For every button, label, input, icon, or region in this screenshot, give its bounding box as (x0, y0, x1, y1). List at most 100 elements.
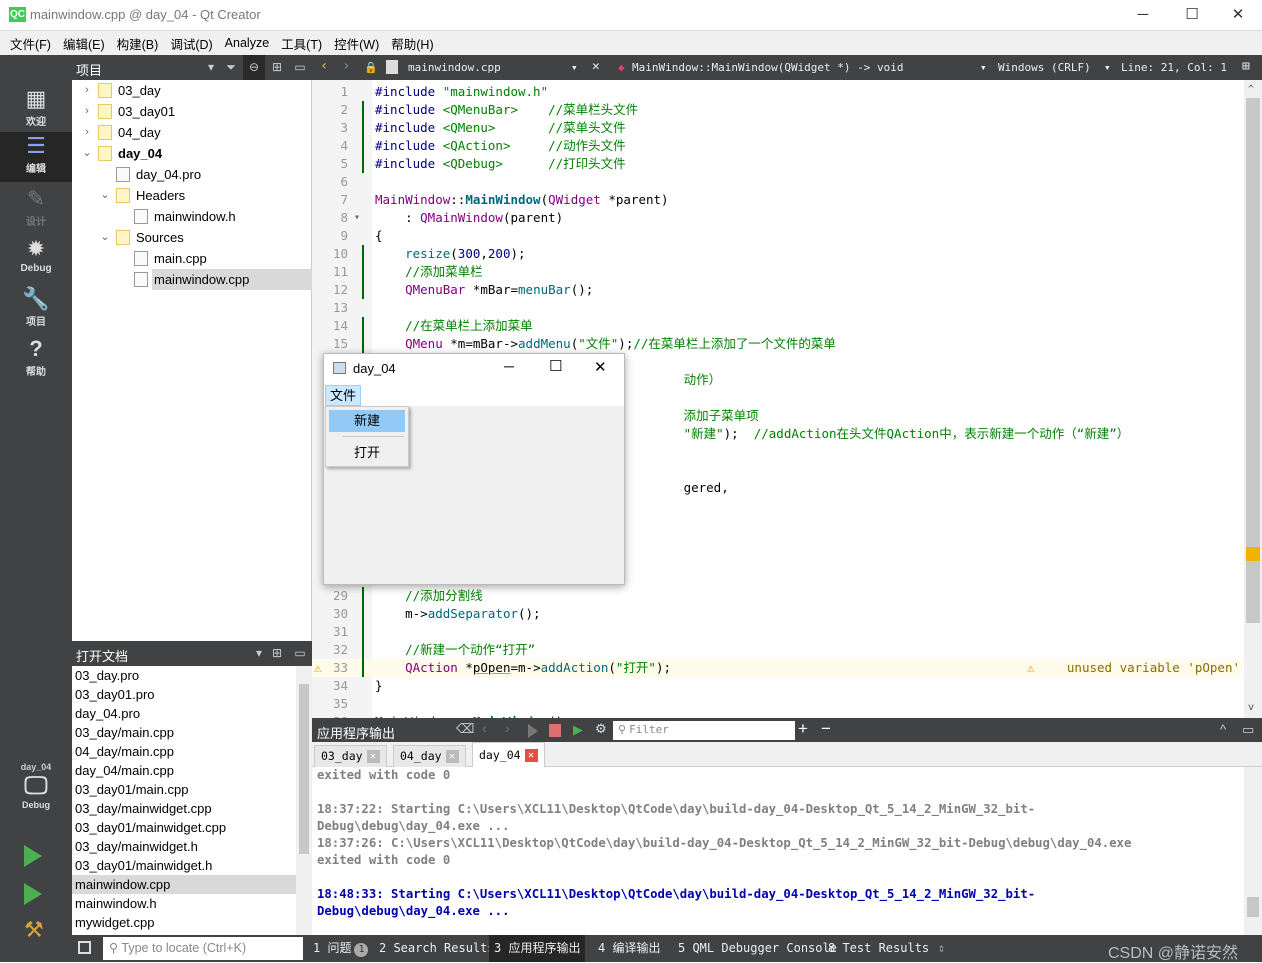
mode-debug[interactable]: ✹ Debug (0, 235, 72, 283)
open-document-item[interactable]: 03_day/mainwidget.cpp (72, 799, 296, 818)
scrollbar[interactable] (296, 666, 312, 935)
mode-design[interactable]: ✎ 设计 (0, 185, 72, 233)
open-document-item[interactable]: 03_day01/mainwidget.h (72, 856, 296, 875)
tree-item[interactable]: mainwindow.h (72, 206, 312, 227)
close-button[interactable]: ✕ (1218, 4, 1258, 26)
tree-item[interactable]: ⌄ day_04 (72, 143, 312, 164)
open-document-item[interactable]: day_04/main.cpp (72, 761, 296, 780)
open-document-item[interactable]: day_04.pro (72, 704, 296, 723)
build-hammer-icon[interactable]: ⚒ (24, 917, 44, 943)
view-dropdown-icon[interactable]: ▾ (200, 55, 222, 80)
menu-item-open[interactable]: 打开 (329, 442, 405, 464)
tree-item[interactable]: › 03_day01 (72, 101, 312, 122)
close-tab-icon[interactable]: ✕ (366, 750, 380, 763)
output-scrollbar[interactable] (1244, 767, 1262, 935)
locate-input[interactable]: ⚲ Type to locate (Ctrl+K) (103, 937, 303, 960)
close-tab-icon[interactable]: ✕ (524, 749, 538, 762)
output-tab-04-day[interactable]: 04_day ✕ (393, 745, 466, 767)
dropdown-icon[interactable]: ▾ (980, 61, 987, 74)
output-tab-03-day[interactable]: 03_day ✕ (314, 745, 387, 767)
menu-item-new[interactable]: 新建 (329, 410, 405, 432)
close-pane-icon[interactable]: ▭ (289, 641, 311, 666)
close-pane-icon[interactable]: ▭ (289, 55, 311, 80)
settings-icon[interactable]: ⚙ (595, 721, 607, 737)
back-icon[interactable]: ‹ (320, 58, 328, 74)
maximize-button[interactable]: ☐ (1172, 4, 1212, 26)
open-document-item[interactable]: 04_day/main.cpp (72, 742, 296, 761)
maximize-pane-icon[interactable]: ^ (1220, 722, 1226, 737)
mode-welcome[interactable]: ▦ 欢迎 (0, 85, 72, 133)
open-document-item[interactable]: mainwindow.h (72, 894, 296, 913)
open-document-item[interactable]: 03_day01/main.cpp (72, 780, 296, 799)
tree-item[interactable]: main.cpp (72, 248, 312, 269)
more-panes-icon[interactable]: ⇕ (938, 941, 945, 955)
menu-tools[interactable]: 工具(T) (275, 34, 328, 53)
close-tab-icon[interactable]: ✕ (445, 750, 459, 763)
tree-item[interactable]: › 03_day (72, 80, 312, 101)
open-document-item[interactable]: 03_day01/mainwidget.cpp (72, 818, 296, 837)
dropdown-icon[interactable]: ▾ (571, 61, 578, 74)
filter-icon[interactable]: ⏷ (220, 55, 242, 80)
menu-debug[interactable]: 调试(D) (164, 34, 218, 53)
open-document-item[interactable]: 03_day/main.cpp (72, 723, 296, 742)
dropdown-icon[interactable]: ▾ (1104, 61, 1111, 74)
debug-run-button[interactable] (24, 883, 42, 905)
menu-build[interactable]: 构建(B) (111, 34, 165, 53)
chevron-icon[interactable]: ⌄ (98, 185, 112, 206)
kit-selector[interactable]: day_04 🖵 Debug (0, 762, 72, 832)
menu-analyze[interactable]: Analyze (219, 36, 275, 50)
tree-item[interactable]: day_04.pro (72, 164, 312, 185)
close-pane-icon[interactable]: ▭ (1242, 722, 1254, 738)
cursor-position[interactable]: Line: 21, Col: 1 (1121, 61, 1227, 74)
output-pane-tab[interactable]: 1 问题 1 (308, 935, 373, 962)
tree-item[interactable]: mainwindow.cpp (134, 269, 312, 290)
output-pane-tab[interactable]: 5 QML Debugger Console (673, 935, 842, 962)
menu-widgets[interactable]: 控件(W) (328, 34, 385, 53)
split-icon[interactable]: ⊞ (1242, 59, 1250, 74)
open-document-item[interactable]: 03_day/mainwidget.h (72, 837, 296, 856)
editor-scrollbar[interactable]: ^ v (1244, 80, 1262, 718)
filter-input[interactable]: ⚲ Filter (613, 721, 795, 740)
app-maximize-button[interactable]: ☐ (549, 357, 562, 375)
split-icon[interactable]: ⊞ (266, 641, 288, 666)
open-document-item[interactable]: 03_day01.pro (72, 685, 296, 704)
output-tab-day-04[interactable]: day_04 ✕ (472, 742, 545, 767)
mode-help[interactable]: ? 帮助 (0, 335, 72, 383)
output-pane-tab[interactable]: 8 Test Results (823, 935, 934, 962)
symbol-selector[interactable]: MainWindow::MainWindow(QWidget *) -> voi… (632, 61, 904, 74)
rerun-icon[interactable] (528, 724, 538, 738)
app-menu-file[interactable]: 文件 (325, 385, 361, 406)
tree-item[interactable]: › 04_day (72, 122, 312, 143)
tree-item[interactable]: ⌄ Sources (72, 227, 312, 248)
line-ending-selector[interactable]: Windows (CRLF) (998, 61, 1091, 74)
chevron-icon[interactable]: › (80, 122, 94, 143)
toggle-sidebar-icon[interactable] (78, 941, 91, 954)
chevron-icon[interactable]: ⌄ (98, 227, 112, 248)
mode-projects[interactable]: 🔧 项目 (0, 285, 72, 333)
menu-file[interactable]: 文件(F) (4, 34, 57, 53)
open-document-item[interactable]: mywidget.cpp (72, 913, 296, 932)
open-document-item[interactable]: 03_day.pro (72, 666, 296, 685)
forward-icon[interactable]: › (342, 58, 350, 74)
zoom-in-icon[interactable]: + (798, 719, 808, 739)
minimize-button[interactable]: ─ (1123, 4, 1163, 26)
chevron-icon[interactable]: ⌄ (80, 143, 94, 164)
stop-icon[interactable] (549, 724, 561, 737)
mode-edit[interactable]: ☰ 编辑 (0, 132, 72, 182)
chevron-icon[interactable]: › (80, 80, 94, 101)
next-icon[interactable]: › (505, 720, 510, 736)
menu-edit[interactable]: 编辑(E) (57, 34, 111, 53)
run-button[interactable] (24, 845, 42, 867)
output-pane-tab[interactable]: 2 Search Results (374, 935, 500, 962)
split-icon[interactable]: ⊞ (266, 55, 288, 80)
link-icon[interactable]: ⊖ (243, 55, 265, 80)
fold-arrow-icon[interactable]: ▾ (354, 209, 360, 227)
output-pane-tab[interactable]: 3 应用程序输出 (489, 935, 586, 962)
zoom-out-icon[interactable]: − (821, 719, 831, 739)
tree-item[interactable]: ⌄ Headers (72, 185, 312, 206)
close-document-icon[interactable]: ✕ (592, 59, 600, 74)
prev-icon[interactable]: ‹ (482, 720, 487, 736)
clear-icon[interactable]: ⌫ (456, 721, 474, 737)
open-document-item[interactable]: mainwindow.cpp (72, 875, 296, 894)
app-minimize-button[interactable]: ─ (504, 358, 514, 374)
